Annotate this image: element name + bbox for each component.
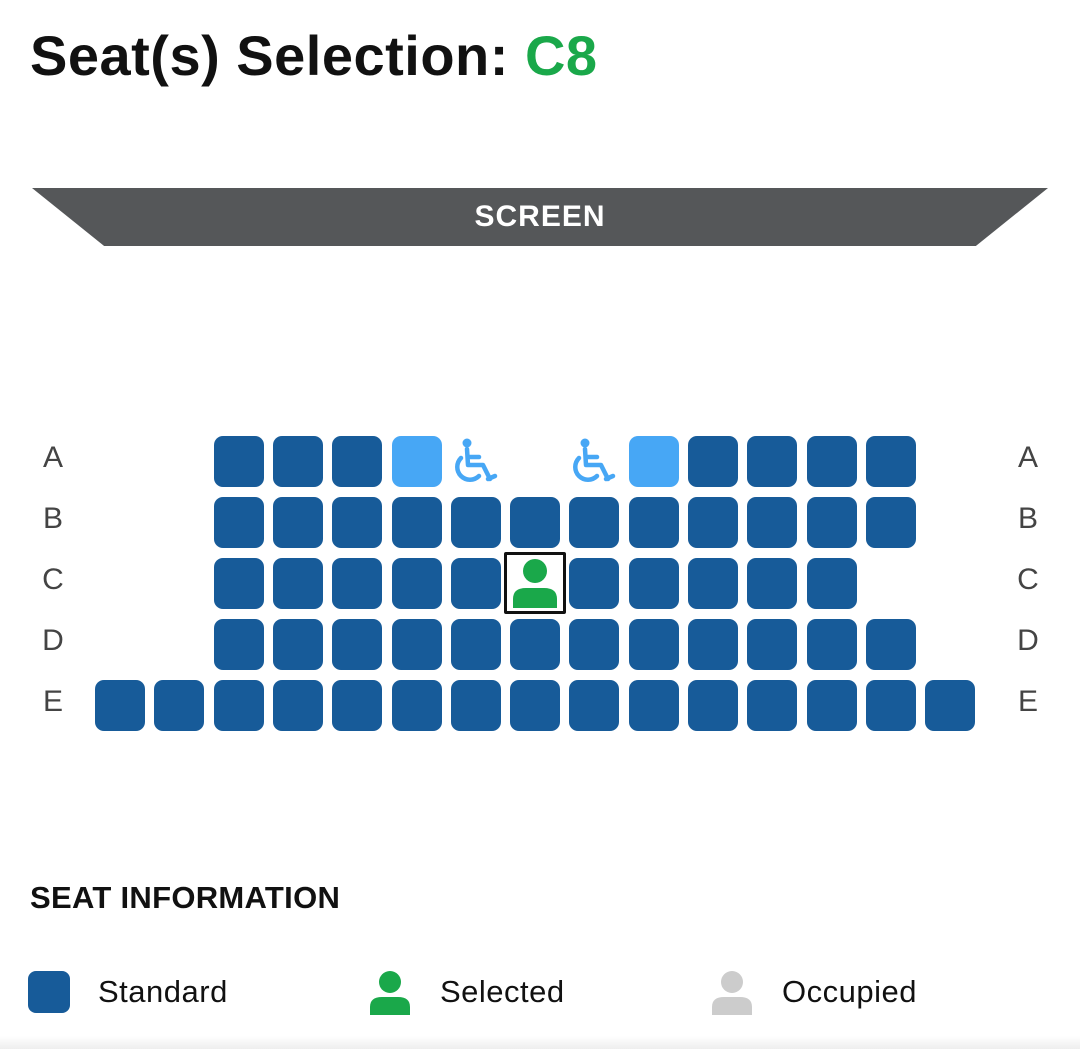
seat[interactable] [747, 619, 798, 670]
seat[interactable] [628, 680, 679, 731]
seat[interactable] [747, 680, 798, 731]
seat[interactable] [272, 619, 323, 670]
selected-seat-id: C8 [524, 24, 598, 87]
seat[interactable] [272, 436, 323, 487]
seat[interactable] [747, 436, 798, 487]
seat[interactable] [806, 436, 857, 487]
seat-info-title: SEAT INFORMATION [30, 880, 341, 915]
page-title: Seat(s) Selection: C8 [30, 24, 598, 88]
seat[interactable] [272, 558, 323, 609]
row-label-right-a: A [1017, 441, 1038, 474]
legend-selected: Selected [368, 968, 565, 1016]
seat[interactable] [688, 680, 738, 731]
person-icon [710, 969, 754, 1015]
person-icon [511, 558, 559, 608]
seat[interactable] [569, 558, 620, 609]
seat[interactable] [806, 497, 857, 548]
person-icon [368, 969, 412, 1015]
row-label-left-e: E [42, 685, 63, 718]
row-label-left-a: A [42, 441, 63, 474]
seat[interactable] [450, 619, 501, 670]
row-label-left-c: C [42, 563, 64, 596]
seat[interactable] [450, 497, 501, 548]
seat[interactable] [391, 497, 442, 548]
seat[interactable] [628, 619, 679, 670]
seat[interactable] [510, 497, 561, 548]
seat[interactable] [450, 558, 501, 609]
seat[interactable] [569, 680, 620, 731]
row-label-left-b: B [42, 502, 63, 535]
bottom-divider [0, 1036, 1080, 1049]
screen: SCREEN [32, 188, 1048, 246]
seat-a-companion[interactable] [391, 436, 442, 487]
seat[interactable] [332, 680, 383, 731]
seat[interactable] [213, 619, 264, 670]
seat[interactable] [332, 436, 383, 487]
seat[interactable] [510, 619, 561, 670]
seat[interactable] [688, 558, 738, 609]
seat[interactable] [332, 497, 383, 548]
seat[interactable] [688, 497, 738, 548]
seat-a-companion[interactable] [628, 436, 679, 487]
seat[interactable] [806, 680, 857, 731]
seat[interactable] [332, 558, 383, 609]
seat[interactable] [213, 497, 264, 548]
seat[interactable] [628, 558, 679, 609]
standard-seat-swatch [28, 971, 70, 1013]
seat[interactable] [391, 619, 442, 670]
row-label-right-e: E [1017, 685, 1038, 718]
seat[interactable] [272, 497, 323, 548]
legend-occupied-label: Occupied [782, 974, 917, 1009]
seat[interactable] [213, 680, 264, 731]
seat[interactable] [747, 558, 798, 609]
seat[interactable] [865, 619, 916, 670]
seat[interactable] [391, 680, 442, 731]
screen-label: SCREEN [474, 200, 606, 233]
seat[interactable] [391, 558, 442, 609]
wheelchair-seat[interactable] [569, 436, 619, 487]
seat[interactable] [628, 497, 679, 548]
seat[interactable] [332, 619, 383, 670]
legend-standard-label: Standard [98, 974, 228, 1009]
legend-selected-label: Selected [440, 974, 565, 1009]
seat[interactable] [688, 619, 738, 670]
seat[interactable] [865, 680, 916, 731]
seat[interactable] [806, 558, 857, 609]
seat[interactable] [806, 619, 857, 670]
wheelchair-seat[interactable] [451, 436, 501, 487]
row-label-right-c: C [1017, 563, 1039, 596]
wheelchair-icon [452, 437, 500, 487]
seat[interactable] [569, 619, 620, 670]
wheelchair-icon [570, 437, 618, 487]
title-prefix: Seat(s) Selection: [30, 24, 525, 87]
seat[interactable] [154, 680, 205, 731]
seat[interactable] [688, 436, 738, 487]
seat[interactable] [865, 497, 916, 548]
seat[interactable] [865, 436, 916, 487]
seat[interactable] [213, 558, 264, 609]
seat[interactable] [925, 680, 976, 731]
row-label-left-d: D [42, 624, 64, 657]
seat[interactable] [95, 680, 145, 731]
seat[interactable] [510, 680, 561, 731]
seat[interactable] [747, 497, 798, 548]
seat[interactable] [569, 497, 620, 548]
seat[interactable] [450, 680, 501, 731]
selected-seat[interactable] [504, 552, 567, 614]
seat[interactable] [213, 436, 264, 487]
row-label-right-b: B [1017, 502, 1038, 535]
legend-occupied: Occupied [710, 968, 917, 1016]
seat[interactable] [272, 680, 323, 731]
row-label-right-d: D [1017, 624, 1039, 657]
legend-standard: Standard [28, 968, 228, 1016]
